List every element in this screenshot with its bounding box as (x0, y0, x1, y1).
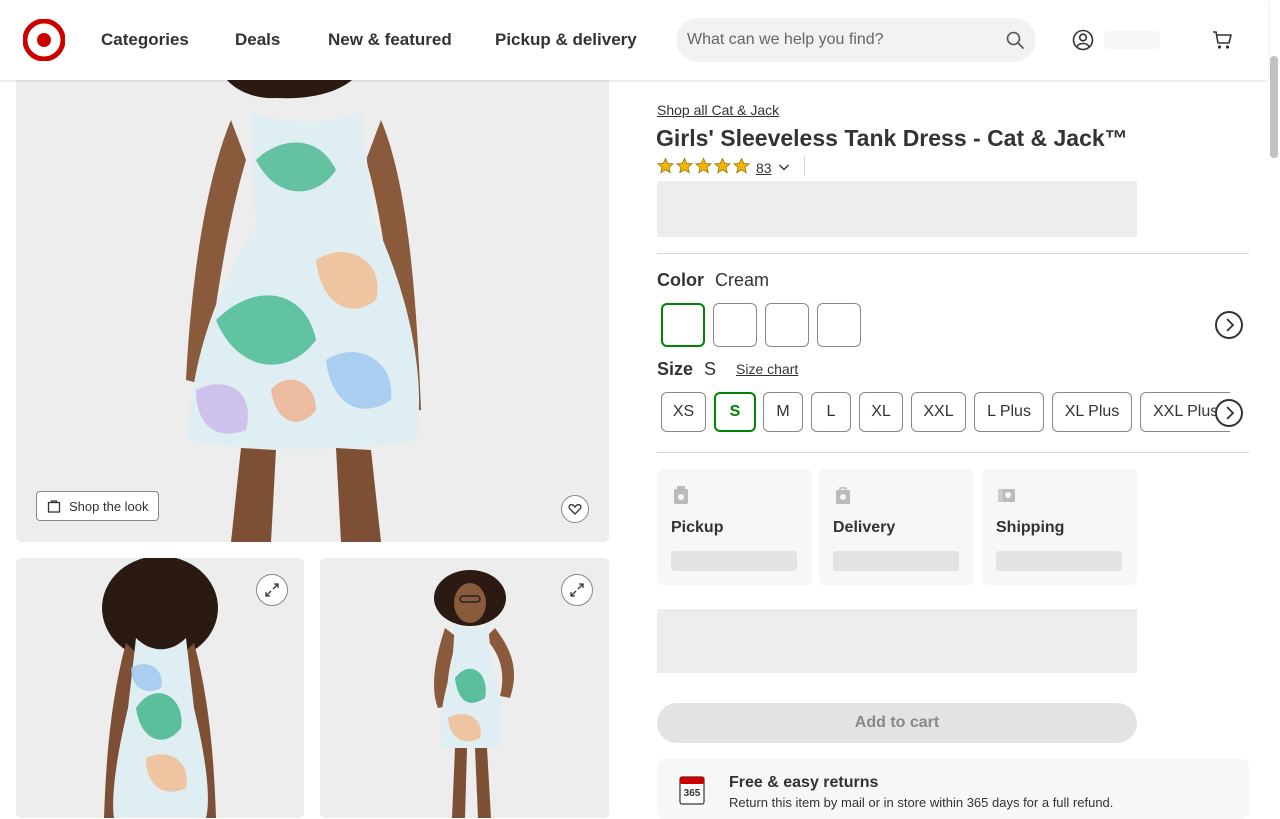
size-option-xxl[interactable]: XXL (911, 392, 966, 432)
star-icon (694, 157, 713, 174)
quantity-placeholder (657, 609, 1137, 673)
nav-new-featured[interactable]: New & featured (328, 30, 452, 50)
delivery-bag-icon (836, 487, 850, 504)
price-placeholder (657, 181, 1137, 237)
add-to-cart-button[interactable]: Add to cart (657, 703, 1137, 743)
returns-title: Free & easy returns (729, 774, 879, 791)
account-name-placeholder (1104, 31, 1160, 49)
scrollbar-thumb[interactable] (1270, 56, 1278, 158)
product-image-back[interactable] (16, 558, 304, 818)
size-option-m[interactable]: M (763, 392, 803, 432)
expand-icon (265, 583, 279, 597)
size-option-xl[interactable]: XL (859, 392, 903, 432)
nav-categories[interactable]: Categories (101, 30, 189, 50)
expand-image-button[interactable] (561, 574, 593, 606)
shop-all-brand-link[interactable]: Shop all Cat & Jack (657, 102, 779, 118)
product-main-image[interactable]: Shop the look (16, 60, 609, 542)
delivery-label: Delivery (833, 519, 896, 536)
star-icon (732, 157, 751, 174)
store-pickup-icon (674, 486, 688, 504)
search-icon[interactable] (1006, 31, 1024, 49)
shipping-info-placeholder (996, 551, 1122, 571)
returns-description: Return this item by mail or in store wit… (729, 795, 1114, 810)
size-option-xl-plus[interactable]: XL Plus (1052, 392, 1132, 432)
product-image-full[interactable] (320, 558, 609, 818)
divider (657, 253, 1249, 254)
size-chart-link[interactable]: Size chart (736, 361, 798, 377)
calendar-365-icon: 365 (679, 776, 705, 805)
shipping-label: Shipping (996, 519, 1065, 536)
rating-stars[interactable] (656, 157, 751, 175)
shop-the-look-button[interactable]: Shop the look (36, 491, 159, 521)
chevron-right-icon (1226, 406, 1235, 420)
site-header: Categories Deals New & featured Pickup &… (0, 0, 1268, 80)
page-scrollbar[interactable] (1268, 0, 1280, 800)
star-icon (675, 157, 694, 174)
color-swatch[interactable] (817, 303, 861, 347)
size-option-l-plus[interactable]: L Plus (974, 392, 1044, 432)
account-icon[interactable] (1072, 29, 1094, 51)
pickup-card[interactable]: Pickup (657, 469, 812, 585)
nav-deals[interactable]: Deals (235, 30, 280, 50)
size-next-button[interactable] (1215, 399, 1243, 427)
target-logo-icon[interactable] (23, 19, 65, 61)
divider (804, 156, 805, 176)
shop-the-look-label: Shop the look (69, 499, 149, 514)
expand-image-button[interactable] (256, 574, 288, 606)
size-option-l[interactable]: L (811, 392, 851, 432)
color-value: Cream (715, 270, 770, 290)
calendar-365-text: 365 (684, 788, 701, 799)
cart-icon[interactable] (1211, 29, 1233, 51)
dress-photo-front (16, 60, 609, 542)
rating-count-link[interactable]: 83 (756, 160, 772, 176)
star-icon (713, 157, 732, 174)
heart-icon (568, 504, 582, 515)
shopping-bag-icon (47, 500, 61, 513)
returns-card: 365 Free & easy returns Return this item… (657, 759, 1249, 819)
size-value: S (704, 359, 717, 379)
favorite-button[interactable] (561, 495, 589, 523)
shipping-box-icon (998, 489, 1015, 502)
color-next-button[interactable] (1215, 311, 1243, 339)
pickup-label: Pickup (671, 519, 724, 536)
delivery-card[interactable]: Delivery (819, 469, 974, 585)
divider (657, 452, 1249, 453)
size-options: XS S M L XL XXL L Plus XL Plus XXL Plus (657, 390, 1230, 434)
delivery-info-placeholder (833, 551, 959, 571)
pickup-info-placeholder (671, 551, 797, 571)
size-option-s[interactable]: S (714, 392, 756, 432)
shipping-card[interactable]: Shipping (982, 469, 1137, 585)
color-swatch[interactable] (713, 303, 757, 347)
star-icon (656, 157, 675, 174)
color-swatch[interactable] (661, 303, 705, 347)
color-label: Color (657, 270, 704, 290)
search-input[interactable] (687, 18, 987, 62)
chevron-down-icon[interactable] (778, 161, 790, 173)
nav-pickup-delivery[interactable]: Pickup & delivery (495, 30, 637, 50)
size-option-xs[interactable]: XS (661, 392, 706, 432)
color-swatch[interactable] (765, 303, 809, 347)
chevron-right-icon (1226, 318, 1235, 332)
product-title: Girls' Sleeveless Tank Dress - Cat & Jac… (656, 125, 1128, 151)
expand-icon (570, 583, 584, 597)
search-bar (676, 18, 1036, 62)
size-label: Size (657, 359, 694, 379)
